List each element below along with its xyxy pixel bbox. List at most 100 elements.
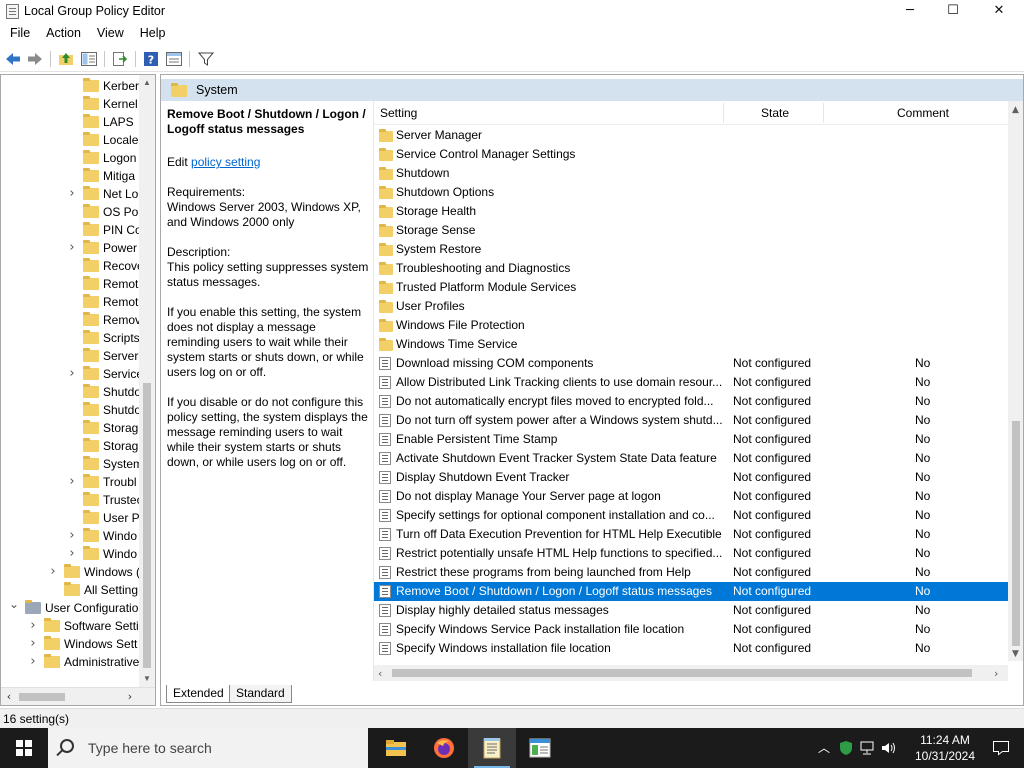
folder-row[interactable]: Shutdown Options [374,183,1008,202]
scroll-thumb[interactable] [143,383,151,668]
setting-row[interactable]: Specify Windows Service Pack installatio… [374,620,1008,639]
taskbar-search[interactable]: Type here to search [48,728,368,768]
setting-row[interactable]: Do not display Manage Your Server page a… [374,487,1008,506]
folder-icon [379,300,393,313]
collapse-chevron-icon[interactable]: ⌄ [9,595,19,613]
scroll-up-icon[interactable]: ▲ [1012,105,1019,115]
folder-row[interactable]: Service Control Manager Settings [374,145,1008,164]
setting-row[interactable]: Enable Persistent Time Stamp Not configur… [374,430,1008,449]
taskbar-notepad[interactable] [468,728,516,768]
expand-chevron-icon[interactable]: › [48,563,58,581]
column-comment[interactable]: Comment [897,106,949,120]
folder-row[interactable]: Windows File Protection [374,316,1008,335]
expand-chevron-icon[interactable]: › [28,653,38,671]
policy-setting-icon [379,585,391,598]
export-list-icon[interactable] [112,51,128,67]
expand-chevron-icon[interactable]: › [67,545,77,563]
expand-chevron-icon[interactable]: › [28,617,38,635]
list-horizontal-scrollbar[interactable]: ‹ › [374,665,1008,681]
network-icon[interactable] [858,740,876,756]
help-icon[interactable]: ? [143,51,159,67]
show-hide-tree-icon[interactable] [81,51,97,67]
policy-setting-icon [379,452,391,465]
column-separator[interactable] [823,103,824,123]
folder-row[interactable]: User Profiles [374,297,1008,316]
maximize-button[interactable]: ☐ [930,0,976,24]
taskbar-firefox[interactable] [420,728,468,768]
list-vertical-scrollbar[interactable]: ▲ ▼ [1008,101,1023,661]
filter-icon[interactable] [198,51,214,67]
tree-vertical-scrollbar[interactable]: ▲ ▼ [139,75,155,687]
security-icon[interactable] [838,740,854,756]
folder-row[interactable]: Windows Time Service [374,335,1008,354]
expand-chevron-icon[interactable]: › [67,365,77,383]
setting-row[interactable]: Display Shutdown Event Tracker Not config… [374,468,1008,487]
folder-row[interactable]: Trusted Platform Module Services [374,278,1008,297]
app-icon [6,4,19,19]
show-hidden-icons-icon[interactable]: ︿ [816,728,832,768]
column-separator[interactable] [723,103,724,123]
folder-row[interactable]: Shutdown [374,164,1008,183]
notifications-icon[interactable] [992,740,1010,756]
setting-row[interactable]: Remove Boot / Shutdown / Logon / Logoff … [374,582,1008,601]
setting-row[interactable]: Restrict these programs from being launc… [374,563,1008,582]
folder-row[interactable]: Storage Health [374,202,1008,221]
scroll-thumb[interactable] [392,669,972,677]
folder-icon [83,258,99,272]
setting-row[interactable]: Download missing COM components Not confi… [374,354,1008,373]
setting-row[interactable]: Do not automatically encrypt files moved… [374,392,1008,411]
taskbar-file-explorer[interactable] [372,728,420,768]
tree-item-label: User Pr [103,511,144,525]
scroll-thumb[interactable] [19,693,65,701]
folder-row[interactable]: Troubleshooting and Diagnostics [374,259,1008,278]
volume-icon[interactable] [880,740,898,756]
minimize-button[interactable]: ─ [887,0,933,24]
setting-row[interactable]: Display highly detailed status messages N… [374,601,1008,620]
folder-row[interactable]: Server Manager [374,126,1008,145]
expand-chevron-icon[interactable]: › [67,239,77,257]
scroll-up-icon[interactable]: ▲ [139,75,155,91]
setting-row[interactable]: Allow Distributed Link Tracking clients … [374,373,1008,392]
setting-row[interactable]: Restrict potentially unsafe HTML Help fu… [374,544,1008,563]
column-state[interactable]: State [761,106,789,120]
setting-row[interactable]: Turn off Data Execution Prevention for H… [374,525,1008,544]
properties-icon[interactable] [166,51,182,67]
expand-chevron-icon[interactable]: › [67,473,77,491]
scroll-down-icon[interactable]: ▼ [1012,649,1019,659]
tree-item-label: LAPS [103,115,134,129]
clock[interactable]: 11:24 AM 10/31/2024 [910,732,980,764]
start-button[interactable] [0,728,48,768]
menu-view[interactable]: View [89,24,132,40]
tab-standard[interactable]: Standard [229,685,292,703]
expand-chevron-icon[interactable]: › [28,635,38,653]
scroll-thumb[interactable] [1012,421,1020,646]
folder-row[interactable]: System Restore [374,240,1008,259]
tree-horizontal-scrollbar[interactable]: ‹ › [1,687,155,705]
folder-row[interactable]: Storage Sense [374,221,1008,240]
tree-item-label: Mitiga [103,169,136,183]
setting-row[interactable]: Specify settings for optional component … [374,506,1008,525]
tree-pane[interactable]: Kerber Kernel LAPS Locale Logon Mitiga › Net Lo… [0,74,156,706]
forward-icon[interactable] [27,51,43,67]
up-folder-icon[interactable] [58,51,74,67]
close-button[interactable]: ✕ [976,0,1022,24]
scroll-left-icon[interactable]: ‹ [1,688,17,705]
scroll-right-icon[interactable]: › [122,688,138,705]
setting-row[interactable]: Activate Shutdown Event Tracker System S… [374,449,1008,468]
setting-row[interactable]: Specify Windows installation file locati… [374,639,1008,658]
column-setting[interactable]: Setting [380,106,417,120]
setting-row[interactable]: Do not turn off system power after a Win… [374,411,1008,430]
scroll-right-icon[interactable]: › [994,667,998,680]
expand-chevron-icon[interactable]: › [67,185,77,203]
scroll-down-icon[interactable]: ▼ [139,671,155,687]
back-icon[interactable] [5,51,21,67]
expand-chevron-icon[interactable]: › [67,527,77,545]
tree-item-label: Remot [103,277,139,291]
taskbar-group-policy[interactable] [516,728,564,768]
scroll-left-icon[interactable]: ‹ [378,667,382,680]
menu-action[interactable]: Action [38,24,89,40]
menu-help[interactable]: Help [132,24,174,40]
tab-extended[interactable]: Extended [166,685,231,703]
policy-setting-link[interactable]: policy setting [191,155,260,169]
menu-file[interactable]: File [0,24,38,40]
